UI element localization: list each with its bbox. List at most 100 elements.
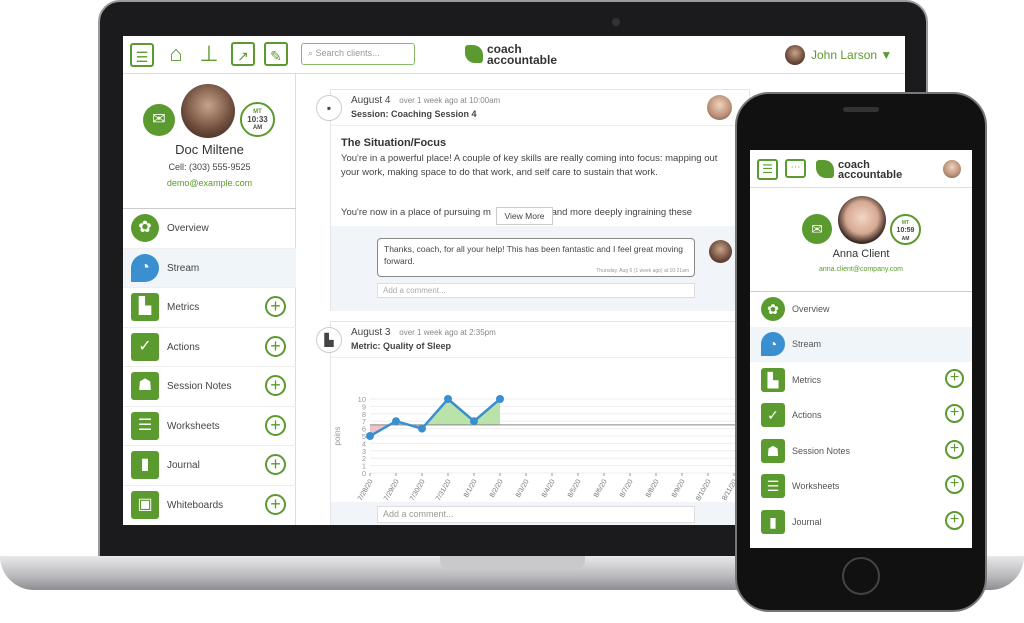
nav-overview[interactable]: ✿ Overview	[750, 292, 972, 327]
phone-top-bar: ☰ ⋯ coach accountable	[750, 150, 972, 188]
nav-overview[interactable]: ✿ Overview	[123, 208, 296, 247]
org-chart-icon[interactable]: ⊥	[197, 42, 221, 66]
stream-icon: ◔	[131, 254, 159, 282]
add-comment-input[interactable]: Add a comment...	[377, 283, 695, 298]
y-axis-label: poins	[333, 426, 342, 445]
client-email[interactable]: demo@example.com	[123, 178, 296, 188]
client-clock: MT 10:59 AM	[890, 214, 921, 245]
x-tick-label: 8/10/20	[695, 478, 713, 501]
user-avatar[interactable]	[785, 45, 805, 65]
add-worksheet-button[interactable]: +	[265, 415, 286, 436]
nav-stream[interactable]: ◔ Stream	[750, 327, 972, 362]
client-name: Doc Miltene	[175, 142, 244, 157]
nav-worksheets[interactable]: ☰ Worksheets +	[123, 406, 296, 445]
data-point	[444, 395, 452, 403]
camera	[612, 18, 620, 26]
comment-bubble: Thanks, coach, for all your help! This h…	[377, 238, 695, 277]
journal-icon: ▮	[761, 510, 785, 534]
whiteboards-icon: ▣	[131, 491, 159, 519]
section-heading: The Situation/Focus	[341, 137, 447, 149]
x-tick-label: 8/7/20	[619, 478, 635, 498]
overview-icon: ✿	[131, 214, 159, 242]
nav-actions[interactable]: ✓ Actions +	[750, 398, 972, 433]
x-tick-label: 8/6/20	[593, 478, 609, 498]
session-notes-icon: ☗	[131, 372, 159, 400]
add-action-button[interactable]: +	[945, 404, 964, 423]
nav-whiteboards[interactable]: ▣ Whiteboards +	[123, 485, 296, 524]
phone-speaker	[843, 107, 879, 112]
user-avatar[interactable]	[943, 160, 961, 178]
nav-session-notes[interactable]: ☗ Session Notes +	[750, 434, 972, 469]
laptop-notch	[440, 556, 585, 570]
entry-date: August 3 over 1 week ago at 2:35pm	[351, 327, 496, 338]
x-tick-label: 7/29/20	[383, 478, 401, 501]
worksheet-icon[interactable]: ✎	[264, 42, 288, 66]
x-tick-label: 8/4/20	[541, 478, 557, 498]
journal-icon: ▮	[131, 451, 159, 479]
worksheets-icon: ☰	[131, 412, 159, 440]
area-above-target	[370, 399, 500, 425]
overview-icon: ✿	[761, 297, 785, 321]
coach-avatar	[707, 95, 732, 120]
client-name: Anna Client	[832, 248, 890, 260]
add-journal-button[interactable]: +	[945, 511, 964, 530]
x-tick-label: 7/30/20	[409, 478, 427, 501]
data-point	[366, 432, 374, 440]
add-journal-button[interactable]: +	[265, 454, 286, 475]
client-avatar	[838, 196, 886, 244]
sidebar: ✉ MT 10:33 AM Doc Miltene Cell: (303) 555-…	[123, 74, 296, 525]
logo: coach accountable	[838, 159, 903, 181]
add-action-button[interactable]: +	[265, 336, 286, 357]
x-tick-label: 8/9/20	[671, 478, 687, 498]
menu-icon[interactable]: ☰	[757, 159, 778, 180]
session-notes-icon: ☗	[761, 439, 785, 463]
sleep-chart: 012345678910poins7/28/20 7/29/20 7/30/20 7/…	[333, 395, 750, 501]
x-tick-label: 8/8/20	[645, 478, 661, 498]
checkbox-icon: ✓	[761, 403, 785, 427]
search-icon: ⌕	[308, 48, 316, 58]
nav-stream[interactable]: ◔ Stream	[123, 248, 296, 287]
home-button[interactable]	[842, 557, 880, 595]
feed-card-session: August 4 over 1 week ago at 10:00am Sess…	[330, 89, 750, 311]
entry-title[interactable]: Session: Coaching Session 4	[351, 109, 477, 119]
add-session-note-button[interactable]: +	[945, 440, 964, 459]
x-tick-label: 7/31/20	[435, 478, 453, 501]
message-button[interactable]: ✉	[802, 214, 832, 244]
worksheets-icon: ☰	[761, 474, 785, 498]
menu-icon[interactable]: ☰	[130, 43, 154, 67]
entry-text: You're in a powerful place! A couple of …	[341, 153, 718, 178]
search-placeholder: Search clients...	[315, 48, 380, 58]
nav-session-notes[interactable]: ☗ Session Notes +	[123, 366, 296, 405]
entry-title[interactable]: Metric: Quality of Sleep	[351, 341, 451, 351]
add-worksheet-button[interactable]: +	[945, 475, 964, 494]
chat-icon[interactable]: ⋯	[785, 159, 806, 178]
home-icon[interactable]: ⌂	[164, 42, 188, 66]
client-avatar	[181, 84, 235, 138]
user-menu[interactable]: John Larson ▼	[811, 48, 892, 62]
phone-screen: ☰ ⋯ coach accountable ✉ MT 10:59 AM Anna Cl…	[750, 150, 972, 548]
nav-worksheets[interactable]: ☰ Worksheets +	[750, 469, 972, 504]
search-input[interactable]: ⌕ Search clients...	[301, 43, 415, 65]
nav-metrics[interactable]: ▙ Metrics +	[123, 287, 296, 326]
entry-date: August 4 over 1 week ago at 10:00am	[351, 95, 501, 106]
nav-journal[interactable]: ▮ Journal +	[123, 445, 296, 484]
nav-journal[interactable]: ▮ Journal +	[750, 505, 972, 540]
session-notes-icon: ▪	[316, 95, 342, 121]
nav-actions[interactable]: ✓ Actions +	[123, 327, 296, 366]
data-point	[496, 395, 504, 403]
view-more-button[interactable]: View More	[496, 207, 553, 225]
data-point	[392, 417, 400, 426]
add-comment-input[interactable]: Add a comment...	[377, 506, 695, 523]
logo-mark	[465, 45, 483, 63]
add-metric-button[interactable]: +	[265, 296, 286, 317]
data-point	[418, 424, 426, 433]
client-email[interactable]: anna.client@company.com	[750, 266, 972, 273]
clipboard-chart-icon[interactable]: ↗	[231, 42, 255, 66]
add-metric-button[interactable]: +	[945, 369, 964, 388]
add-whiteboard-button[interactable]: +	[265, 494, 286, 515]
x-tick-label: 7/28/20	[357, 478, 375, 501]
client-cell: Cell: (303) 555-9525	[168, 162, 251, 172]
add-session-note-button[interactable]: +	[265, 375, 286, 396]
nav-metrics[interactable]: ▙ Metrics +	[750, 363, 972, 398]
message-button[interactable]: ✉	[143, 104, 175, 136]
